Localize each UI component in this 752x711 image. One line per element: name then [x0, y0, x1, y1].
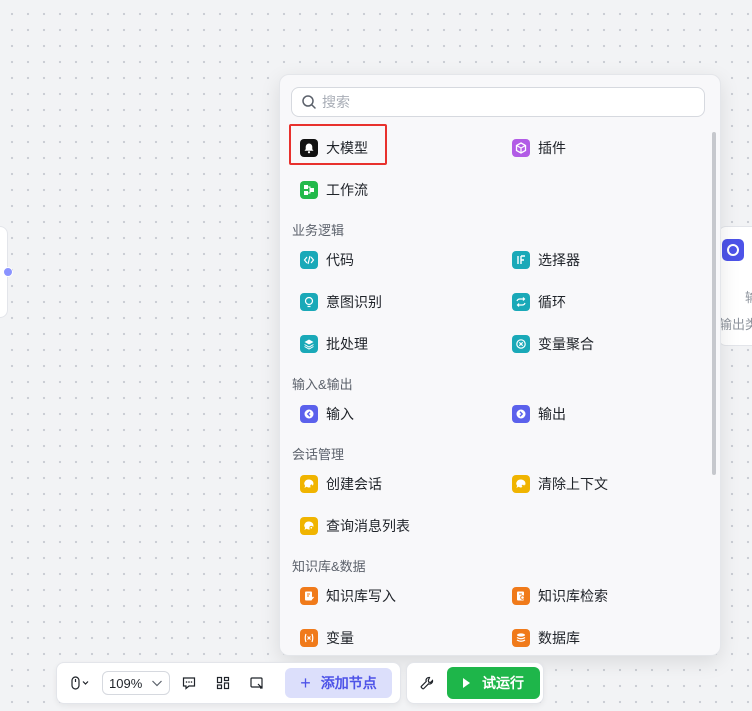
- batch-icon: [300, 335, 318, 353]
- clear-context-icon: [512, 475, 530, 493]
- canvas-node-output[interactable]: 输 输出类: [718, 226, 752, 346]
- if-selector-icon: [512, 251, 530, 269]
- workflow-icon: [300, 181, 318, 199]
- output-icon: [512, 405, 530, 423]
- node-item-label: 创建会话: [326, 476, 382, 492]
- search-input[interactable]: [322, 91, 692, 113]
- debug-tools-button[interactable]: [416, 672, 438, 694]
- node-item-knowledge-write[interactable]: 知识库写入: [300, 582, 396, 610]
- plugin-cube-icon: [512, 139, 530, 157]
- node-item-batch[interactable]: 批处理: [300, 330, 368, 358]
- test-run-label: 试运行: [482, 675, 524, 691]
- selection-highlight-box: [289, 124, 387, 165]
- node-item-plugin[interactable]: 插件: [512, 134, 566, 162]
- node-item-output[interactable]: 输出: [512, 400, 566, 428]
- node-item-message-list[interactable]: 查询消息列表: [300, 512, 410, 540]
- node-item-label: 知识库检索: [538, 588, 608, 604]
- node-item-database[interactable]: 数据库: [512, 624, 580, 652]
- code-icon: [300, 251, 318, 269]
- node-item-label: 批处理: [326, 336, 368, 352]
- node-item-workflow[interactable]: 工作流: [300, 176, 368, 204]
- zoom-select[interactable]: 109%: [102, 671, 170, 695]
- section-title-knowledge-data: 知识库&数据: [292, 559, 366, 574]
- auto-layout-button[interactable]: [212, 672, 234, 694]
- intent-icon: [300, 293, 318, 311]
- database-icon: [512, 629, 530, 647]
- comment-icon: [182, 677, 196, 690]
- node-item-label: 输入: [326, 406, 354, 422]
- node-output-port[interactable]: [3, 267, 13, 277]
- node-item-label: 清除上下文: [538, 476, 608, 492]
- play-icon: [463, 678, 470, 688]
- zoom-value: 109%: [109, 675, 143, 691]
- node-item-variable[interactable]: 变量: [300, 624, 354, 652]
- output-node-type-text: 输出类: [719, 317, 752, 332]
- node-item-label: 输出: [538, 406, 566, 422]
- knowledge-write-icon: [300, 587, 318, 605]
- node-item-loop[interactable]: 循环: [512, 288, 566, 316]
- node-item-create-conversation[interactable]: 创建会话: [300, 470, 382, 498]
- section-title-input-output: 输入&输出: [292, 377, 353, 392]
- interaction-mode-button[interactable]: [63, 672, 97, 694]
- knowledge-search-icon: [512, 587, 530, 605]
- search-icon: [302, 95, 316, 109]
- run-toolbar: 试运行: [406, 662, 544, 704]
- node-item-label: 意图识别: [326, 294, 382, 310]
- variable-icon: [300, 629, 318, 647]
- node-item-intent[interactable]: 意图识别: [300, 288, 382, 316]
- minimap-icon: [250, 677, 263, 689]
- node-item-label: 变量聚合: [538, 336, 594, 352]
- node-item-selector[interactable]: 选择器: [512, 246, 580, 274]
- node-item-label: 选择器: [538, 252, 580, 268]
- node-item-label: 代码: [326, 252, 354, 268]
- section-title-conversation: 会话管理: [292, 447, 345, 462]
- test-run-button[interactable]: 试运行: [447, 667, 540, 699]
- section-title-business-logic: 业务逻辑: [292, 223, 345, 238]
- layout-grid-icon: [216, 676, 230, 690]
- canvas-toolbar: 109% + 添加节点: [56, 662, 401, 704]
- output-node-icon: [722, 239, 744, 261]
- node-item-knowledge-search[interactable]: 知识库检索: [512, 582, 608, 610]
- wrench-icon: [420, 676, 434, 690]
- chevron-down-icon: [152, 680, 162, 687]
- add-node-label: 添加节点: [320, 675, 377, 691]
- message-list-icon: [300, 517, 318, 535]
- create-conversation-icon: [300, 475, 318, 493]
- node-item-clear-context[interactable]: 清除上下文: [512, 470, 608, 498]
- node-item-code[interactable]: 代码: [300, 246, 354, 274]
- add-node-panel: 大模型 插件 工作流 业务逻辑 代码 选择器 意图识别: [279, 74, 721, 656]
- comment-button[interactable]: [178, 672, 200, 694]
- input-icon: [300, 405, 318, 423]
- node-item-label: 工作流: [326, 182, 368, 198]
- node-item-variable-merge[interactable]: 变量聚合: [512, 330, 594, 358]
- plus-icon: +: [300, 672, 311, 693]
- minimap-button[interactable]: [246, 672, 268, 694]
- node-item-label: 查询消息列表: [326, 518, 410, 534]
- node-item-label: 循环: [538, 294, 566, 310]
- node-item-label: 知识库写入: [326, 588, 396, 604]
- node-item-input[interactable]: 输入: [300, 400, 354, 428]
- node-search-box[interactable]: [291, 87, 705, 117]
- variable-merge-icon: [512, 335, 530, 353]
- panel-scrollbar[interactable]: [712, 132, 716, 475]
- output-node-text: 输: [745, 287, 752, 306]
- node-item-label: 数据库: [538, 630, 580, 646]
- add-node-button[interactable]: + 添加节点: [285, 668, 392, 698]
- node-item-label: 变量: [326, 630, 354, 646]
- mouse-icon: [71, 676, 89, 690]
- loop-icon: [512, 293, 530, 311]
- node-item-label: 插件: [538, 140, 566, 156]
